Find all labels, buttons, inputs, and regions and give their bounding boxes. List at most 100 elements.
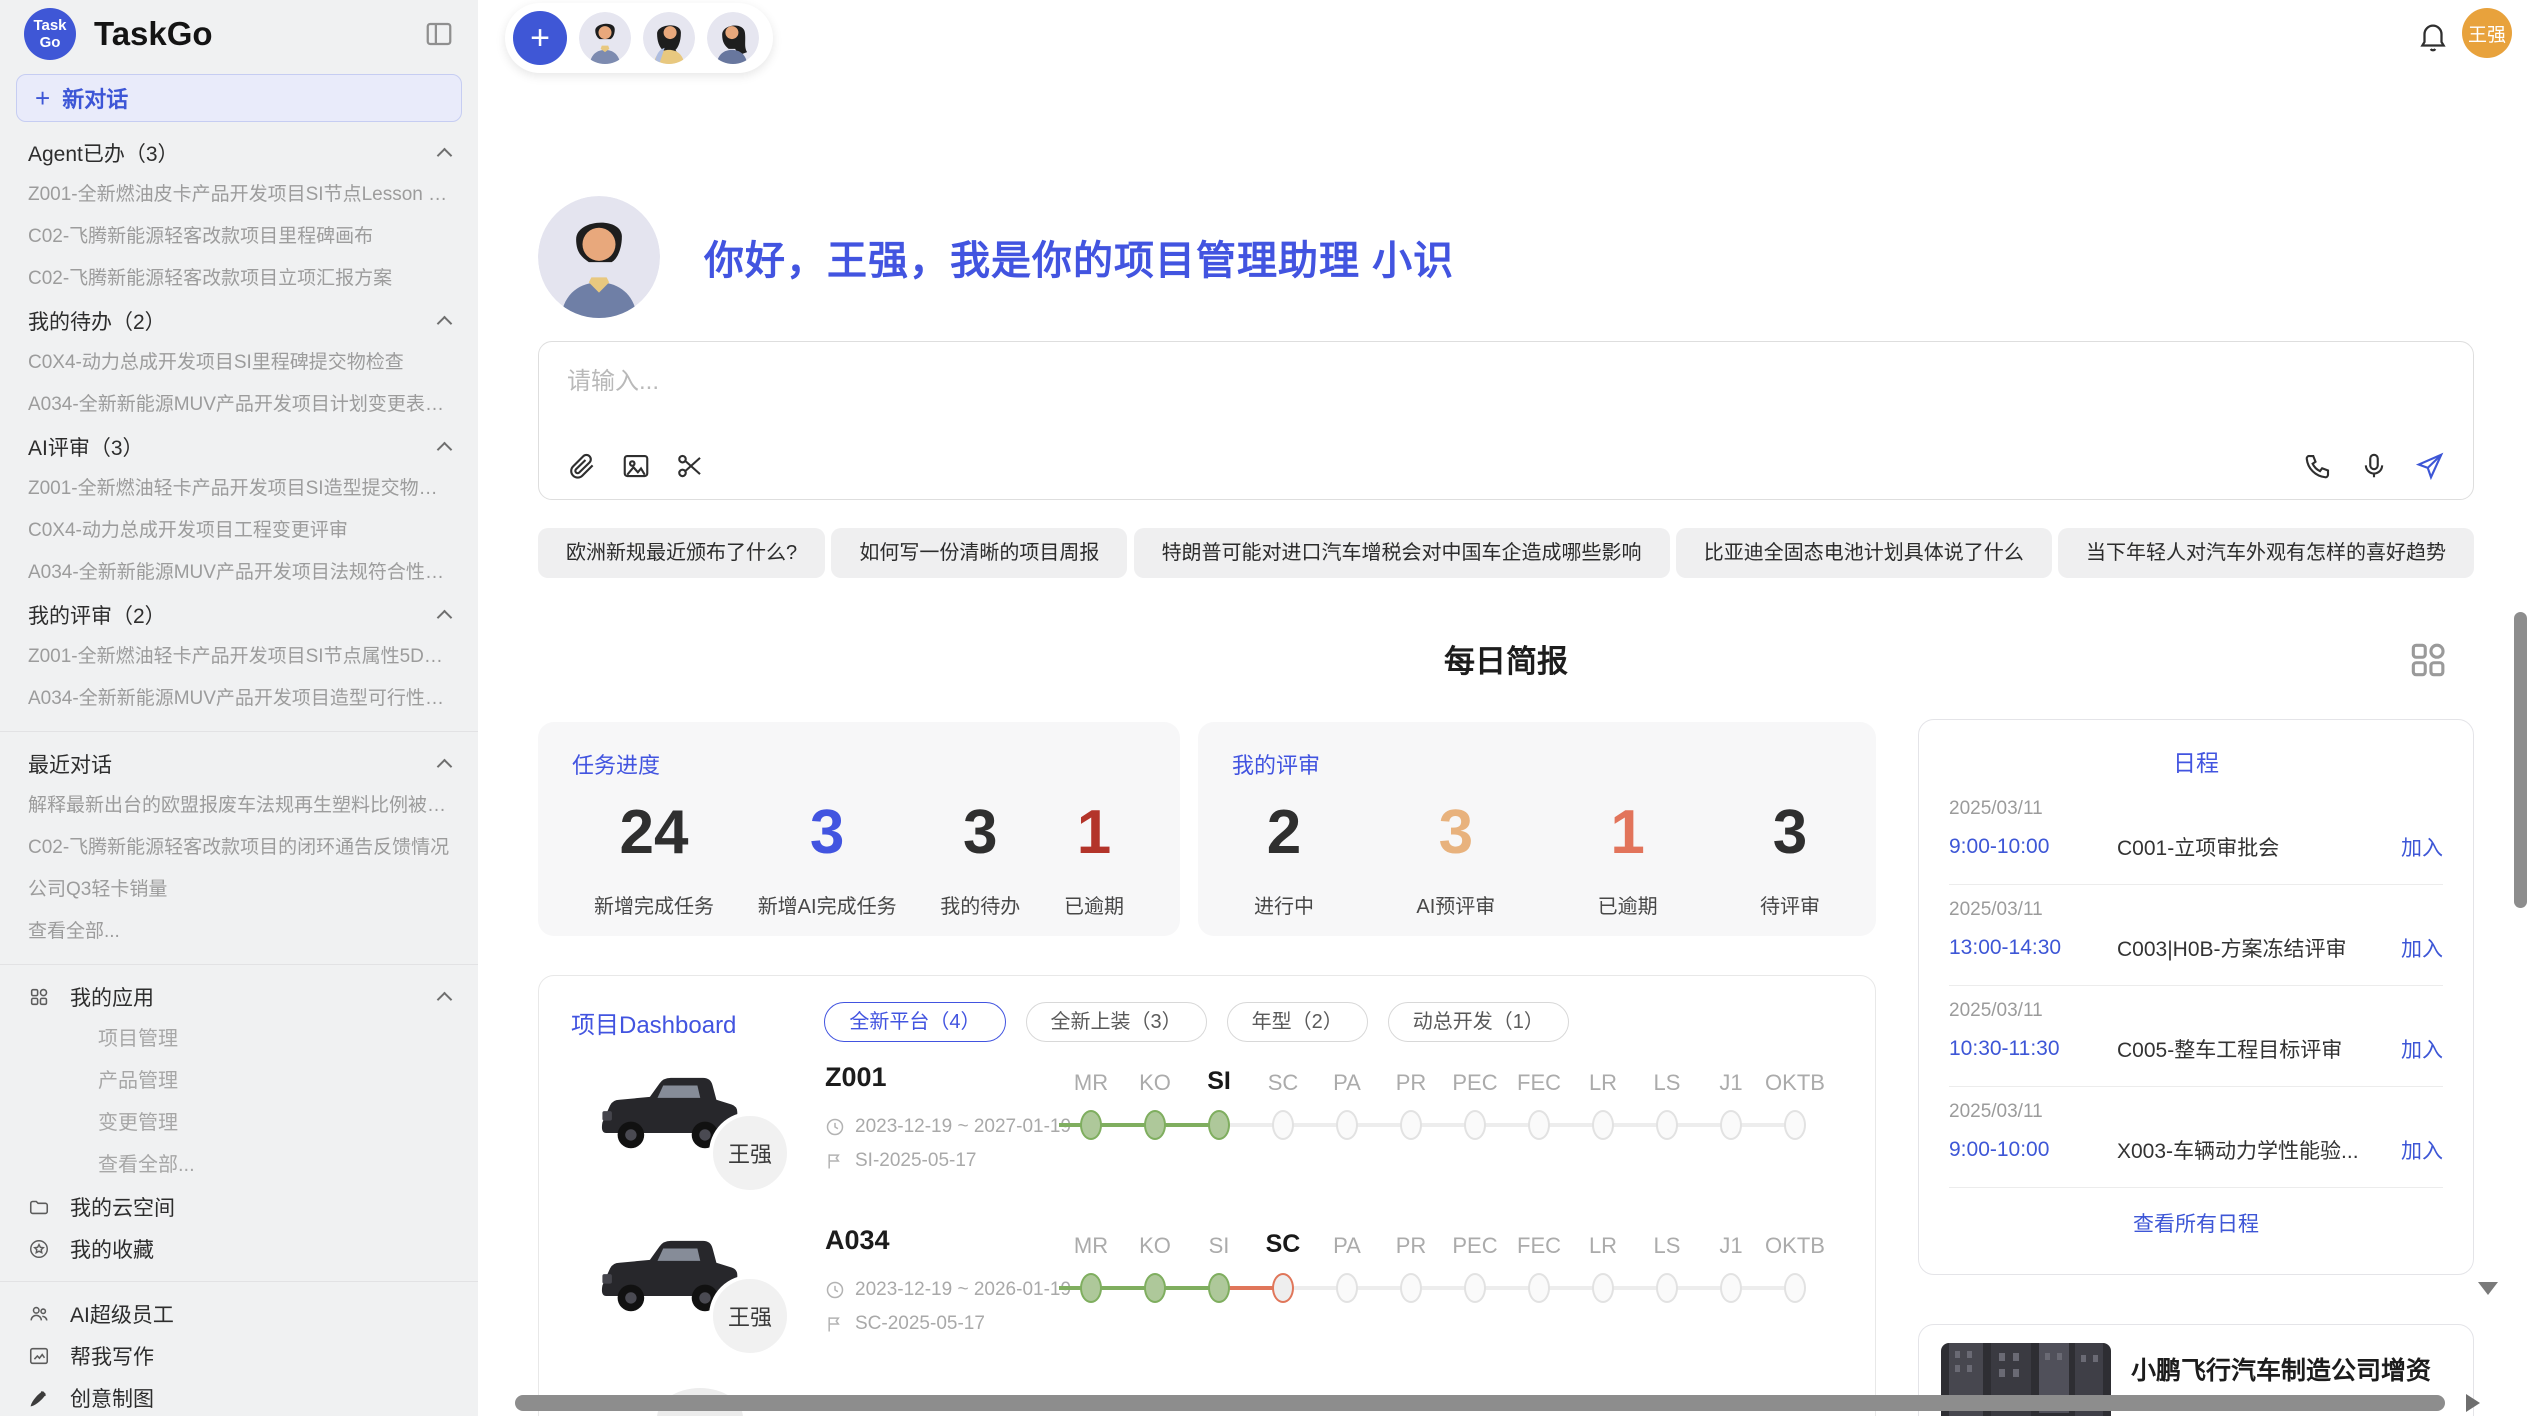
milestone-node[interactable] <box>1656 1273 1678 1303</box>
milestone-node[interactable] <box>1528 1110 1550 1140</box>
chevron-up-icon[interactable] <box>437 758 453 774</box>
section-ai-review[interactable]: AI评审（3） <box>0 426 478 468</box>
layout-grid-icon[interactable] <box>2406 638 2450 682</box>
milestone-node[interactable] <box>1208 1273 1230 1303</box>
list-item[interactable]: C0X4-动力总成开发项目工程变更评审 <box>28 510 348 552</box>
suggestion-chip[interactable]: 当下年轻人对汽车外观有怎样的喜好趋势 <box>2058 528 2474 578</box>
member-avatar[interactable] <box>579 12 631 64</box>
list-item[interactable]: A034-全新新能源MUV产品开发项目计划变更表编写 <box>28 384 450 426</box>
section-my-review[interactable]: 我的评审（2） <box>0 594 478 636</box>
chat-input[interactable] <box>567 368 2445 396</box>
member-avatar[interactable] <box>707 12 759 64</box>
milestone-node[interactable] <box>1400 1273 1422 1303</box>
recent-chat-item[interactable]: 解释最新出台的欧盟报废车法规再生塑料比例被调至15%... <box>28 785 450 827</box>
scissors-icon[interactable] <box>675 451 705 481</box>
chevron-up-icon[interactable] <box>437 315 453 331</box>
collapse-sidebar-icon[interactable] <box>424 19 454 49</box>
milestone-node[interactable] <box>1400 1110 1422 1140</box>
milestone-node[interactable] <box>1720 1110 1742 1140</box>
milestone-node[interactable] <box>1336 1110 1358 1140</box>
milestone-node[interactable] <box>1144 1110 1166 1140</box>
milestone-node[interactable] <box>1272 1110 1294 1140</box>
phone-icon[interactable] <box>2303 451 2333 481</box>
milestone-node[interactable] <box>1528 1273 1550 1303</box>
view-all-schedule-link[interactable]: 查看所有日程 <box>1949 1208 2443 1238</box>
milestone-node[interactable] <box>1080 1110 1102 1140</box>
join-button[interactable]: 加入 <box>2401 1135 2443 1165</box>
filter-new-platform[interactable]: 全新平台（4） <box>824 1002 1005 1042</box>
member-avatar[interactable] <box>643 12 695 64</box>
project-owner-badge: 王强 <box>709 1112 791 1194</box>
list-item[interactable]: Z001-全新燃油皮卡产品开发项目SI节点Lesson Learn报告 <box>28 174 450 216</box>
milestone-node[interactable] <box>1336 1273 1358 1303</box>
milestone-node[interactable] <box>1144 1273 1166 1303</box>
suggestion-chip[interactable]: 比亚迪全固态电池计划具体说了什么 <box>1676 528 2052 578</box>
milestone-node[interactable] <box>1272 1273 1294 1303</box>
join-button[interactable]: 加入 <box>2401 832 2443 862</box>
sidebar-item-cloud-space[interactable]: 我的云空间 <box>0 1186 478 1228</box>
flag-icon <box>825 1314 845 1334</box>
image-icon[interactable] <box>621 451 651 481</box>
milestone-node[interactable] <box>1720 1273 1742 1303</box>
list-item[interactable]: C0X4-动力总成开发项目SI里程碑提交物检查 <box>28 342 404 384</box>
attachment-icon[interactable] <box>567 451 597 481</box>
scroll-down-arrow-icon[interactable] <box>2478 1282 2498 1295</box>
suggestion-chip[interactable]: 欧洲新规最近颁布了什么? <box>538 528 825 578</box>
list-item[interactable]: A034-全新新能源MUV产品开发项目法规符合性评审 <box>28 552 450 594</box>
list-item[interactable]: Z001-全新燃油轻卡产品开发项目SI节点属性5D文件评审 <box>28 636 450 678</box>
user-avatar[interactable]: 王强 <box>2462 8 2512 58</box>
project-row[interactable]: 王强 Z001 2023-12-19 ~ 2027-01-19 SI-2025-… <box>539 1056 1876 1211</box>
chevron-up-icon[interactable] <box>437 991 453 1007</box>
milestone-node[interactable] <box>1592 1273 1614 1303</box>
filter-powertrain[interactable]: 动总开发（1） <box>1388 1002 1569 1042</box>
list-item[interactable]: Z001-全新燃油轻卡产品开发项目SI造型提交物评审 <box>28 468 450 510</box>
milestone-node[interactable] <box>1784 1110 1806 1140</box>
microphone-icon[interactable] <box>2359 451 2389 481</box>
chevron-up-icon[interactable] <box>437 609 453 625</box>
scroll-right-arrow-icon[interactable] <box>2466 1394 2480 1412</box>
suggestion-chip[interactable]: 特朗普可能对进口汽车增税会对中国车企造成哪些影响 <box>1134 528 1670 578</box>
filter-new-body[interactable]: 全新上装（3） <box>1026 1002 1207 1042</box>
list-item[interactable]: A034-全新新能源MUV产品开发项目造型可行性评审 <box>28 678 450 720</box>
app-logo: Task Go <box>24 8 76 60</box>
project-row[interactable]: 王强 A034 2023-12-19 ~ 2026-01-19 SC-2025-… <box>539 1219 1876 1374</box>
recent-chat-item[interactable]: 公司Q3轻卡销量 <box>28 869 167 911</box>
milestone-node[interactable] <box>1784 1273 1806 1303</box>
horizontal-scrollbar[interactable] <box>515 1395 2445 1411</box>
chevron-up-icon[interactable] <box>437 147 453 163</box>
milestone-node[interactable] <box>1592 1110 1614 1140</box>
list-item[interactable]: C02-飞腾新能源轻客改款项目里程碑画布 <box>28 216 373 258</box>
sidebar-item-creative-draw[interactable]: 创意制图 <box>0 1377 478 1416</box>
suggestion-chip[interactable]: 如何写一份清晰的项目周报 <box>831 528 1127 578</box>
list-item[interactable]: C02-飞腾新能源轻客改款项目立项汇报方案 <box>28 258 392 300</box>
add-member-button[interactable]: + <box>513 11 567 65</box>
chevron-up-icon[interactable] <box>437 441 453 457</box>
event-time: 9:00-10:00 <box>1949 835 2117 859</box>
milestone-node[interactable] <box>1464 1273 1486 1303</box>
view-all-apps-link[interactable]: 查看全部... <box>28 1144 195 1186</box>
filter-model-year[interactable]: 年型（2） <box>1227 1002 1368 1042</box>
vertical-scrollbar[interactable] <box>2514 612 2527 908</box>
milestone-node[interactable] <box>1208 1110 1230 1140</box>
join-button[interactable]: 加入 <box>2401 933 2443 963</box>
section-my-apps[interactable]: 我的应用 <box>0 976 478 1018</box>
milestone-node[interactable] <box>1464 1110 1486 1140</box>
app-item-project-mgmt[interactable]: 项目管理 <box>28 1018 178 1060</box>
recent-chat-item[interactable]: C02-飞腾新能源轻客改款项目的闭环通告反馈情况 <box>28 827 449 869</box>
sidebar-item-help-write[interactable]: 帮我写作 <box>0 1335 478 1377</box>
notification-bell-icon[interactable] <box>2416 20 2450 54</box>
section-my-todo[interactable]: 我的待办（2） <box>0 300 478 342</box>
section-agent-done[interactable]: Agent已办（3） <box>0 132 478 174</box>
sidebar-item-favorites[interactable]: 我的收藏 <box>0 1228 478 1270</box>
my-review-card: 我的评审 2 进行中 3 AI预评审 1 已逾期 3 待评审 <box>1198 722 1876 936</box>
view-all-chats-link[interactable]: 查看全部... <box>28 911 120 953</box>
section-recent-chats[interactable]: 最近对话 <box>0 743 478 785</box>
milestone-node[interactable] <box>1080 1273 1102 1303</box>
send-icon[interactable] <box>2415 451 2445 481</box>
milestone-node[interactable] <box>1656 1110 1678 1140</box>
app-item-product-mgmt[interactable]: 产品管理 <box>28 1060 178 1102</box>
app-item-change-mgmt[interactable]: 变更管理 <box>28 1102 178 1144</box>
sidebar-item-ai-staff[interactable]: AI超级员工 <box>0 1293 478 1335</box>
new-chat-button[interactable]: + 新对话 <box>16 74 462 122</box>
join-button[interactable]: 加入 <box>2401 1034 2443 1064</box>
